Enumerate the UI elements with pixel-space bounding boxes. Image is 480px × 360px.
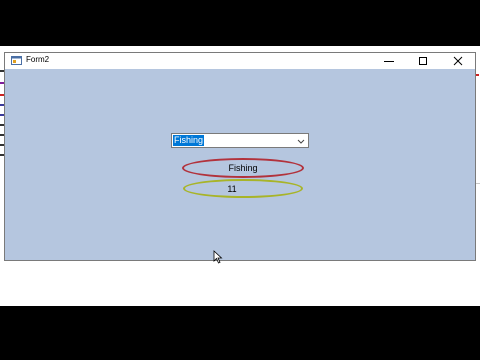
activity-result-label: Fishing <box>182 158 304 178</box>
close-icon <box>453 56 463 66</box>
window-title: Form2 <box>26 55 50 64</box>
maximize-button[interactable] <box>406 53 440 69</box>
minimize-icon <box>384 61 394 62</box>
minimize-button[interactable] <box>372 53 406 69</box>
combobox-selected-text: Fishing <box>173 135 205 146</box>
activity-combobox[interactable]: Fishing <box>171 133 309 148</box>
dropdown-arrow-icon[interactable] <box>296 136 306 146</box>
screen: Form2 Fishing Fishing 11 <box>0 46 480 306</box>
form-client-area: Fishing Fishing 11 <box>5 69 475 260</box>
mouse-cursor-icon <box>213 250 223 264</box>
title-bar[interactable]: Form2 <box>5 53 475 69</box>
background-window-right-edge <box>476 46 480 306</box>
count-result-text: 11 <box>227 183 237 194</box>
count-result-label: 11 <box>183 179 303 198</box>
form2-window[interactable]: Form2 Fishing Fishing 11 <box>4 52 476 261</box>
close-button[interactable] <box>441 53 475 69</box>
activity-result-text: Fishing <box>228 163 258 173</box>
maximize-icon <box>419 57 427 65</box>
background-divider <box>476 183 480 184</box>
app-icon <box>11 56 22 65</box>
